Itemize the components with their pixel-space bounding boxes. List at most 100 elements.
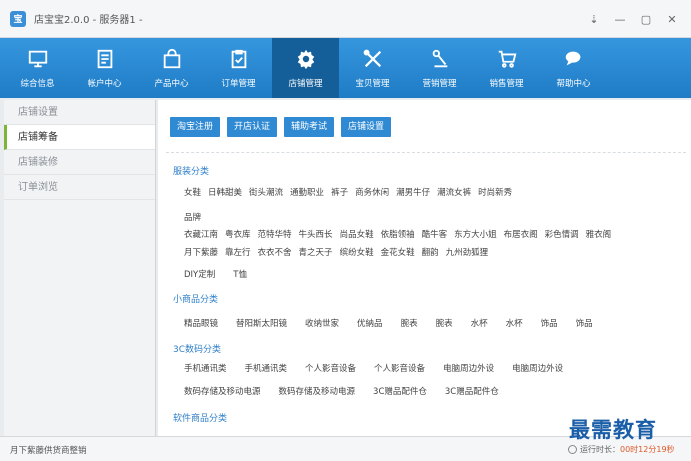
nav-item-7[interactable]: 销售管理 <box>473 38 540 98</box>
tag-row: 月下紫藤 靠左行 衣衣不舍 青之天子 缤纷女鞋 金花女鞋 翻韵 九州劲狐狸 <box>184 246 495 258</box>
category-link[interactable]: 金花女鞋 <box>381 246 415 258</box>
category-link[interactable]: 时尚新秀 <box>478 186 512 198</box>
window-title: 店宝宝2.0.0 - 服务器1 - <box>34 15 143 26</box>
clipboard-check-icon <box>227 47 251 71</box>
category-link[interactable]: 3C赠品配件仓 <box>373 385 427 397</box>
category-link[interactable]: 饰品 <box>541 317 558 329</box>
category-link[interactable]: 粤衣库 <box>225 228 251 240</box>
category-link[interactable]: 衣藏江南 <box>184 228 218 240</box>
run-time: 运行时长： 00时12分19秒 <box>568 444 675 455</box>
category-link[interactable]: 潮流女裤 <box>437 186 471 198</box>
category-link[interactable]: 品牌 <box>184 211 201 223</box>
action-button-2[interactable]: 辅助考试 <box>284 117 335 137</box>
category-link[interactable]: 青之天子 <box>299 246 333 258</box>
action-button-1[interactable]: 开店认证 <box>227 117 278 137</box>
category-link[interactable]: 个人影音设备 <box>305 362 356 374</box>
tag-row: 数码存储及移动电源 数码存储及移动电源 3C赠品配件仓 3C赠品配件仓 <box>184 385 517 397</box>
nav-item-8[interactable]: 帮助中心 <box>540 38 607 98</box>
category-link[interactable]: 女鞋 <box>184 186 201 198</box>
category-link[interactable]: 电脑周边外设 <box>512 362 563 374</box>
category-link[interactable]: 街头潮流 <box>249 186 283 198</box>
sidebar-item-3[interactable]: 订单浏览 <box>4 175 155 200</box>
sidebar-item-0[interactable]: 店铺设置 <box>4 100 155 125</box>
nav-item-6[interactable]: 营销管理 <box>406 38 473 98</box>
sidebar-item-1[interactable]: 店铺筹备 <box>4 125 155 150</box>
nav-item-5[interactable]: 宝贝管理 <box>339 38 406 98</box>
category-link[interactable]: 水杯 <box>471 317 488 329</box>
category-link[interactable]: 替阳斯太阳镜 <box>236 317 287 329</box>
nav-item-label: 销售管理 <box>489 79 524 89</box>
chat-bubbles-icon <box>562 47 586 71</box>
nav-item-3[interactable]: 订单管理 <box>205 38 272 98</box>
nav-item-1[interactable]: 帐户中心 <box>71 38 138 98</box>
nav-item-label: 订单管理 <box>221 79 256 89</box>
shopping-bag-icon <box>160 47 184 71</box>
watermark: 最需教育 <box>569 417 657 442</box>
category-link[interactable]: T恤 <box>233 268 247 280</box>
minimize-button[interactable]: — <box>607 10 633 28</box>
category-link[interactable]: 靠左行 <box>225 246 251 258</box>
nav-item-label: 营销管理 <box>422 79 457 89</box>
category-link[interactable]: 布居衣阁 <box>504 228 538 240</box>
category-link[interactable]: 日韩甜美 <box>208 186 242 198</box>
tag-row: 品牌 <box>184 211 208 223</box>
category-link[interactable]: 水杯 <box>506 317 523 329</box>
category-link[interactable]: 潮男牛仔 <box>396 186 430 198</box>
nav-item-label: 帮助中心 <box>556 79 591 89</box>
category-link[interactable]: 裤子 <box>331 186 348 198</box>
sidebar-item-2[interactable]: 店铺装修 <box>4 150 155 175</box>
category-link[interactable]: 3C赠品配件仓 <box>445 385 499 397</box>
category-link[interactable]: 翻韵 <box>422 246 439 258</box>
category-link[interactable]: 数码存储及移动电源 <box>279 385 356 397</box>
category-link[interactable]: 缤纷女鞋 <box>340 246 374 258</box>
category-link[interactable]: DIY定制 <box>184 268 215 280</box>
action-button-3[interactable]: 店铺设置 <box>341 117 392 137</box>
category-link[interactable]: 牛头西长 <box>299 228 333 240</box>
nav-item-0[interactable]: 综合信息 <box>4 38 71 98</box>
tag-row: DIY定制 T恤 <box>184 268 265 280</box>
tag-row: 精品眼镜 替阳斯太阳镜 收纳世家 优納品 腕表 腕表 水杯 水杯 饰品 饰品 <box>184 317 611 329</box>
category-link[interactable]: 数码存储及移动电源 <box>184 385 261 397</box>
category-link[interactable]: 精品眼镜 <box>184 317 218 329</box>
category-link[interactable]: 依脂领袖 <box>381 228 415 240</box>
category-link[interactable]: 衣衣不舍 <box>258 246 292 258</box>
clock-icon <box>568 445 577 454</box>
category-link[interactable]: 商务休闲 <box>355 186 389 198</box>
category-link[interactable]: 月下紫藤 <box>184 246 218 258</box>
category-link[interactable]: 饰品 <box>576 317 593 329</box>
category-link[interactable]: 电脑周边外设 <box>443 362 494 374</box>
category-link[interactable]: 个人影音设备 <box>374 362 425 374</box>
category-link[interactable]: 手机通讯类 <box>184 362 227 374</box>
category-link[interactable]: 酷牛客 <box>422 228 448 240</box>
dropdown-menu-button[interactable]: ⇣ <box>581 10 607 28</box>
title-bar: 宝 店宝宝2.0.0 - 服务器1 - ⇣ — ▢ ✕ <box>0 0 691 38</box>
category-link[interactable]: 手机通讯类 <box>245 362 288 374</box>
run-time-value: 00时12分19秒 <box>620 445 675 454</box>
category-link[interactable]: 优納品 <box>357 317 383 329</box>
nav-item-label: 店铺管理 <box>288 79 323 89</box>
nav-item-4[interactable]: 店铺管理 <box>272 38 339 98</box>
nav-item-2[interactable]: 产品中心 <box>138 38 205 98</box>
nav-item-label: 帐户中心 <box>87 79 122 89</box>
category-link[interactable]: 通勤职业 <box>290 186 324 198</box>
category-link[interactable]: 雅衣阁 <box>586 228 612 240</box>
nav-item-label: 宝贝管理 <box>355 79 390 89</box>
megaphone-icon <box>428 47 452 71</box>
nav-item-label: 产品中心 <box>154 79 189 89</box>
category-link[interactable]: 腕表 <box>401 317 418 329</box>
action-button-0[interactable]: 淘宝注册 <box>170 117 221 137</box>
close-button[interactable]: ✕ <box>659 10 685 28</box>
category-link[interactable]: 东方大小姐 <box>454 228 497 240</box>
maximize-button[interactable]: ▢ <box>633 10 659 28</box>
category-link[interactable]: 腕表 <box>436 317 453 329</box>
document-icon <box>93 47 117 71</box>
nav-item-label: 综合信息 <box>20 79 55 89</box>
category-link[interactable]: 范特华特 <box>258 228 292 240</box>
category-link[interactable]: 彩色情调 <box>545 228 579 240</box>
category-title: 服装分类 <box>173 167 210 177</box>
category-title: 3C数码分类 <box>173 345 222 355</box>
category-link[interactable]: 尚品女鞋 <box>340 228 374 240</box>
category-link[interactable]: 九州劲狐狸 <box>446 246 489 258</box>
tag-row: 衣藏江南 粤衣库 范特华特 牛头西长 尚品女鞋 依脂领袖 酷牛客 东方大小姐 布居衣阁 彩色情调雅… <box>184 228 618 240</box>
category-link[interactable]: 收纳世家 <box>305 317 339 329</box>
